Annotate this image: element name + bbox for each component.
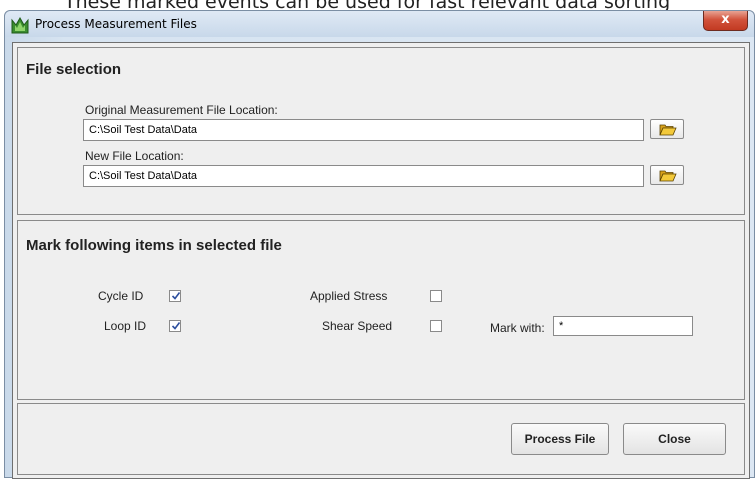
folder-open-icon: [659, 124, 677, 136]
window-close-button[interactable]: x: [703, 11, 748, 31]
folder-open-icon: [659, 170, 677, 182]
app-icon: [11, 16, 29, 34]
title-bar[interactable]: Process Measurement Files x: [5, 11, 754, 37]
file-selection-panel: File selection Original Measurement File…: [17, 47, 745, 215]
mark-items-title: Mark following items in selected file: [26, 237, 282, 254]
process-file-button[interactable]: Process File: [511, 423, 609, 455]
original-location-label: Original Measurement File Location:: [85, 103, 278, 117]
close-button[interactable]: Close: [623, 423, 726, 455]
mark-with-label: Mark with:: [490, 321, 545, 335]
original-location-input[interactable]: [83, 119, 644, 141]
mark-with-input[interactable]: [553, 316, 693, 336]
applied-stress-label: Applied Stress: [310, 289, 388, 303]
new-location-input[interactable]: [83, 165, 644, 187]
browse-original-button[interactable]: [650, 119, 684, 139]
new-location-label: New File Location:: [85, 149, 184, 163]
browse-new-button[interactable]: [650, 165, 684, 185]
dialog-body: File selection Original Measurement File…: [12, 42, 750, 479]
applied-stress-checkbox[interactable]: [430, 290, 442, 302]
cycle-id-checkbox[interactable]: [169, 290, 181, 302]
mark-items-panel: Mark following items in selected file Cy…: [17, 220, 745, 400]
file-selection-title: File selection: [26, 61, 122, 78]
button-panel: Process File Close: [17, 403, 745, 475]
window-title: Process Measurement Files: [35, 17, 197, 31]
checkmark-icon: [171, 322, 181, 330]
shear-speed-label: Shear Speed: [322, 319, 393, 333]
cycle-id-label: Cycle ID: [98, 289, 144, 303]
checkmark-icon: [171, 292, 181, 300]
loop-id-checkbox[interactable]: [169, 320, 181, 332]
dialog-window: Process Measurement Files x File selecti…: [4, 10, 755, 479]
close-icon: x: [721, 12, 730, 27]
loop-id-label: Loop ID: [104, 319, 147, 333]
shear-speed-checkbox[interactable]: [430, 320, 442, 332]
